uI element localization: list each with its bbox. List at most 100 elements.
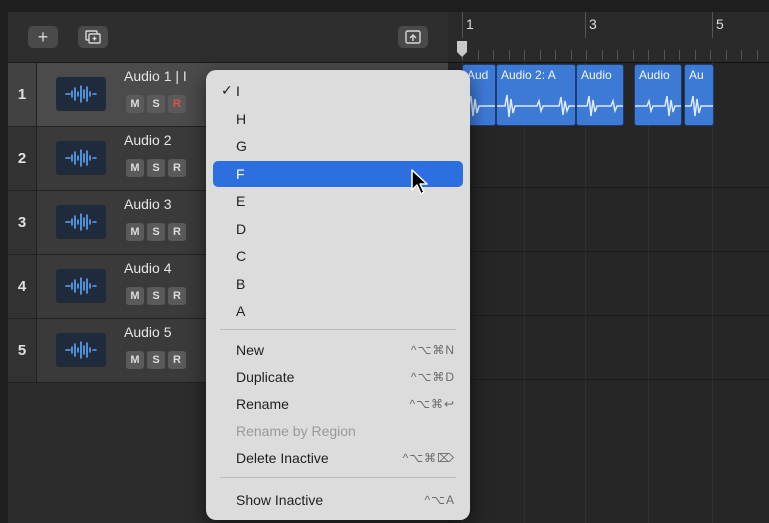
menu-item-take-a[interactable]: A <box>213 298 463 324</box>
menu-separator <box>220 477 456 478</box>
menu-item-new[interactable]: New ^⌥⌘N <box>213 337 463 363</box>
ruler-bar-marker <box>712 12 713 38</box>
record-enable-button[interactable]: R <box>168 351 186 369</box>
add-track-button[interactable]: + <box>28 26 58 48</box>
menu-item-duplicate[interactable]: Duplicate ^⌥⌘D <box>213 364 463 390</box>
audio-region[interactable]: Audio <box>576 64 624 126</box>
keyboard-shortcut: ^⌥⌘↩ <box>409 397 455 411</box>
track-lane[interactable] <box>448 188 769 252</box>
region-label: Au <box>689 68 704 82</box>
menu-item-label: Show Inactive <box>236 492 324 508</box>
track-name[interactable]: Audio 5 <box>124 324 171 340</box>
menu-item-take-g[interactable]: G <box>213 133 463 159</box>
ruler-tick <box>540 50 541 60</box>
ruler-tick <box>648 50 649 60</box>
mute-button[interactable]: M <box>126 223 144 241</box>
audio-track-icon <box>56 141 106 175</box>
track-name[interactable]: Audio 4 <box>124 260 171 276</box>
waveform-icon <box>577 95 623 117</box>
mute-button[interactable]: M <box>126 351 144 369</box>
menu-item-label: C <box>236 248 247 264</box>
ruler-tick <box>493 50 494 60</box>
menu-item-label: Delete Inactive <box>236 450 329 466</box>
keyboard-shortcut: ^⌥⌘⌦ <box>402 451 455 465</box>
solo-button[interactable]: S <box>147 287 165 305</box>
audio-track-icon <box>56 77 106 111</box>
collapse-button[interactable] <box>398 26 428 48</box>
track-name[interactable]: Audio 1 | I <box>124 68 187 84</box>
menu-item-label: Duplicate <box>236 369 295 385</box>
track-name[interactable]: Audio 3 <box>124 196 171 212</box>
audio-region[interactable]: Au <box>684 64 714 126</box>
take-folder-context-menu: ✓ I H G F E D C B A New ^⌥⌘N Duplicate ^⌥⌘D Rename ^⌥⌘↩… <box>206 70 470 520</box>
ruler-tick <box>602 50 603 60</box>
record-enable-button[interactable]: R <box>168 223 186 241</box>
track-lane[interactable] <box>448 124 769 188</box>
audio-region[interactable]: Audio <box>634 64 682 126</box>
playhead-icon[interactable] <box>456 40 468 58</box>
ruler-tick <box>617 50 618 60</box>
track-number: 3 <box>8 191 37 254</box>
track-number: 4 <box>8 255 37 318</box>
folder-stack-icon <box>85 30 101 44</box>
menu-item-label: Rename by Region <box>236 423 356 439</box>
menu-item-take-h[interactable]: H <box>213 106 463 132</box>
ruler-bar-number: 3 <box>589 16 597 32</box>
ruler-tick <box>741 50 742 60</box>
checkmark-icon: ✓ <box>221 82 233 98</box>
menu-separator <box>220 329 456 330</box>
mouse-pointer-icon <box>411 169 428 195</box>
ruler-tick <box>757 50 758 60</box>
waveform-icon <box>497 94 575 118</box>
track-controls: MSR <box>126 351 186 369</box>
region-label: Audio <box>581 68 612 82</box>
audio-track-icon <box>56 333 106 367</box>
plus-icon: + <box>37 27 49 47</box>
menu-item-take-b[interactable]: B <box>213 271 463 297</box>
menu-item-rename[interactable]: Rename ^⌥⌘↩ <box>213 391 463 417</box>
solo-button[interactable]: S <box>147 223 165 241</box>
audio-region[interactable]: Audio 2: A <box>496 64 576 126</box>
ruler-tick <box>478 50 479 60</box>
solo-button[interactable]: S <box>147 95 165 113</box>
menu-item-take-i[interactable]: ✓ I <box>213 78 463 104</box>
ruler-tick <box>524 50 525 60</box>
track-name[interactable]: Audio 2 <box>124 132 171 148</box>
menu-item-delete-inactive[interactable]: Delete Inactive ^⌥⌘⌦ <box>213 445 463 471</box>
record-enable-button[interactable]: R <box>168 287 186 305</box>
menu-item-label: G <box>236 138 247 154</box>
audio-track-icon <box>56 205 106 239</box>
menu-item-label: New <box>236 342 265 358</box>
ruler-bar-number: 1 <box>466 16 474 32</box>
mute-button[interactable]: M <box>126 95 144 113</box>
track-number: 5 <box>8 319 37 382</box>
menu-item-label: F <box>236 165 245 182</box>
solo-button[interactable]: S <box>147 159 165 177</box>
mute-button[interactable]: M <box>126 159 144 177</box>
arrange-area[interactable]: 1 3 5 Aud Audio 2: A Audio Audio Au <box>448 12 769 523</box>
mute-button[interactable]: M <box>126 287 144 305</box>
ruler-tick <box>679 50 680 60</box>
track-toolbar: + <box>8 12 448 63</box>
menu-item-label: Rename <box>236 396 289 412</box>
track-lane[interactable] <box>448 252 769 316</box>
ruler-tick <box>586 50 587 60</box>
keyboard-shortcut: ^⌥⌘D <box>410 370 455 384</box>
track-controls: MSR <box>126 95 186 113</box>
menu-item-take-c[interactable]: C <box>213 243 463 269</box>
solo-button[interactable]: S <box>147 351 165 369</box>
menu-item-label: B <box>236 275 246 292</box>
bar-ruler[interactable]: 1 3 5 <box>448 12 769 63</box>
record-enable-button[interactable]: R <box>168 159 186 177</box>
menu-item-show-inactive[interactable]: Show Inactive ^⌥A <box>213 487 463 513</box>
track-number: 2 <box>8 127 37 190</box>
new-folder-stack-button[interactable] <box>78 26 108 48</box>
track-lane[interactable] <box>448 316 769 380</box>
waveform-icon <box>685 95 713 117</box>
record-enable-button[interactable]: R <box>168 95 186 113</box>
menu-item-label: A <box>236 303 246 319</box>
menu-item-take-d[interactable]: D <box>213 216 463 242</box>
upload-icon <box>405 30 421 44</box>
ruler-tick <box>664 50 665 60</box>
region-label: Audio 2: A <box>501 68 556 82</box>
